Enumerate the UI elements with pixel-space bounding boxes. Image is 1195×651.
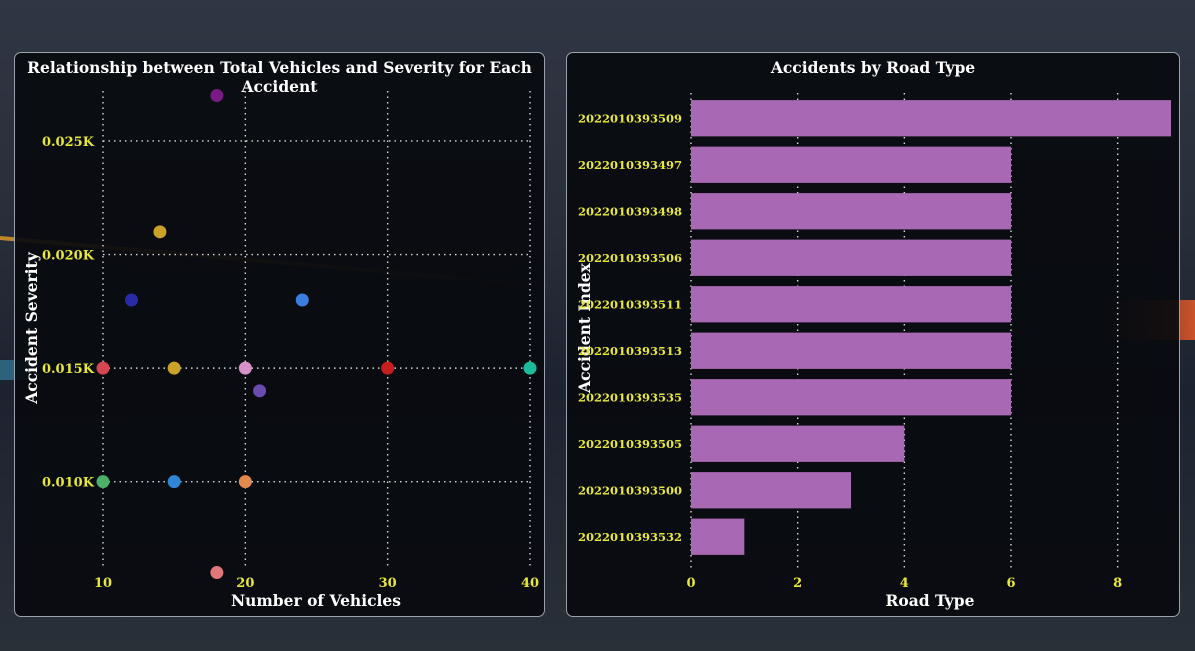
bar-category-label: 2022010393498: [578, 204, 682, 218]
scatter-point: [523, 361, 537, 375]
scatter-x-tick-label: 20: [236, 576, 254, 591]
bar-category-label: 2022010393506: [578, 251, 682, 265]
bar-category-label: 2022010393513: [578, 344, 682, 358]
scatter-x-axis-label: Number of Vehicles: [231, 591, 401, 610]
bar-category-label: 2022010393497: [578, 158, 682, 172]
bar-category-label: 2022010393511: [578, 297, 682, 311]
bar: [691, 332, 1011, 369]
bar-x-tick-label: 0: [686, 576, 695, 591]
bar: [691, 518, 745, 555]
bar-category-label: 2022010393535: [578, 390, 682, 404]
bar-x-tick-label: 4: [900, 576, 909, 591]
scatter-point: [295, 293, 309, 307]
scatter-point: [210, 566, 224, 580]
scatter-chart-panel: Relationship between Total Vehicles and …: [14, 52, 545, 617]
scatter-y-tick-label: 0.010K: [42, 476, 95, 491]
scatter-y-tick-label: 0.025K: [42, 135, 95, 150]
scatter-point: [167, 361, 181, 375]
scatter-point: [153, 225, 167, 239]
scatter-point: [238, 475, 252, 489]
scatter-point: [238, 361, 252, 375]
scatter-point: [96, 361, 110, 375]
bar-category-label: 2022010393509: [578, 111, 682, 125]
scatter-point: [381, 361, 395, 375]
bar-chart: Road Type Accident Index 0 2 4 6 8 2022010393…: [575, 93, 1171, 610]
bar: [691, 193, 1011, 230]
scatter-points: [96, 89, 537, 580]
scatter-x-tick-label: 30: [379, 576, 397, 591]
scatter-point: [253, 384, 267, 398]
bar: [691, 239, 1011, 276]
bar-x-tick-label: 2: [793, 576, 802, 591]
bar-x-axis-label: Road Type: [885, 591, 974, 610]
bar-x-tick-label: 8: [1113, 576, 1122, 591]
scatter-gridlines: [102, 91, 531, 568]
bar-category-label: 2022010393532: [578, 530, 682, 544]
bar: [691, 146, 1011, 183]
scatter-point: [96, 475, 110, 489]
bar: [691, 286, 1011, 323]
bar: [691, 425, 905, 462]
scatter-point: [124, 293, 138, 307]
scatter-point: [210, 89, 224, 103]
bar-series: [691, 100, 1171, 555]
bar-y-axis-label: Accident Index: [575, 262, 594, 394]
bar: [691, 379, 1011, 416]
bar-x-tick-label: 6: [1006, 576, 1015, 591]
scatter-y-tick-label: 0.020K: [42, 249, 95, 264]
scatter-y-axis-label: Accident Severity: [22, 251, 41, 404]
bar-category-label: 2022010393500: [578, 483, 682, 497]
scatter-y-tick-label: 0.015K: [42, 362, 95, 377]
bar: [691, 100, 1171, 137]
scatter-x-tick-label: 40: [521, 576, 539, 591]
bar-chart-panel: Accidents by Road Type Road Type Acciden…: [566, 52, 1180, 617]
scatter-x-tick-label: 10: [94, 576, 112, 591]
bar: [691, 472, 851, 509]
bar-category-label: 2022010393505: [578, 437, 682, 451]
scatter-chart: Number of Vehicles Accident Severity 10 2…: [22, 89, 539, 610]
scatter-point: [167, 475, 181, 489]
